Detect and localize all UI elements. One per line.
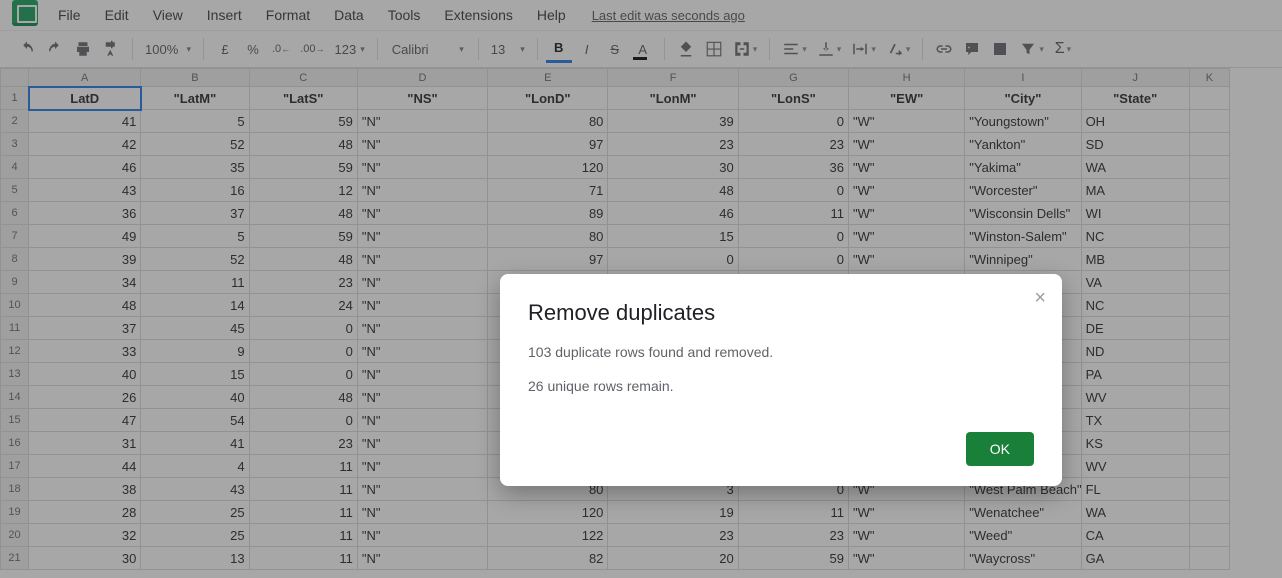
remove-duplicates-dialog: × Remove duplicates 103 duplicate rows f… (500, 274, 1062, 486)
dialog-message-1: 103 duplicate rows found and removed. (528, 344, 1034, 360)
dialog-message-2: 26 unique rows remain. (528, 378, 1034, 394)
dialog-title: Remove duplicates (528, 300, 1034, 326)
close-icon[interactable]: × (1034, 288, 1046, 308)
ok-button[interactable]: OK (966, 432, 1034, 466)
